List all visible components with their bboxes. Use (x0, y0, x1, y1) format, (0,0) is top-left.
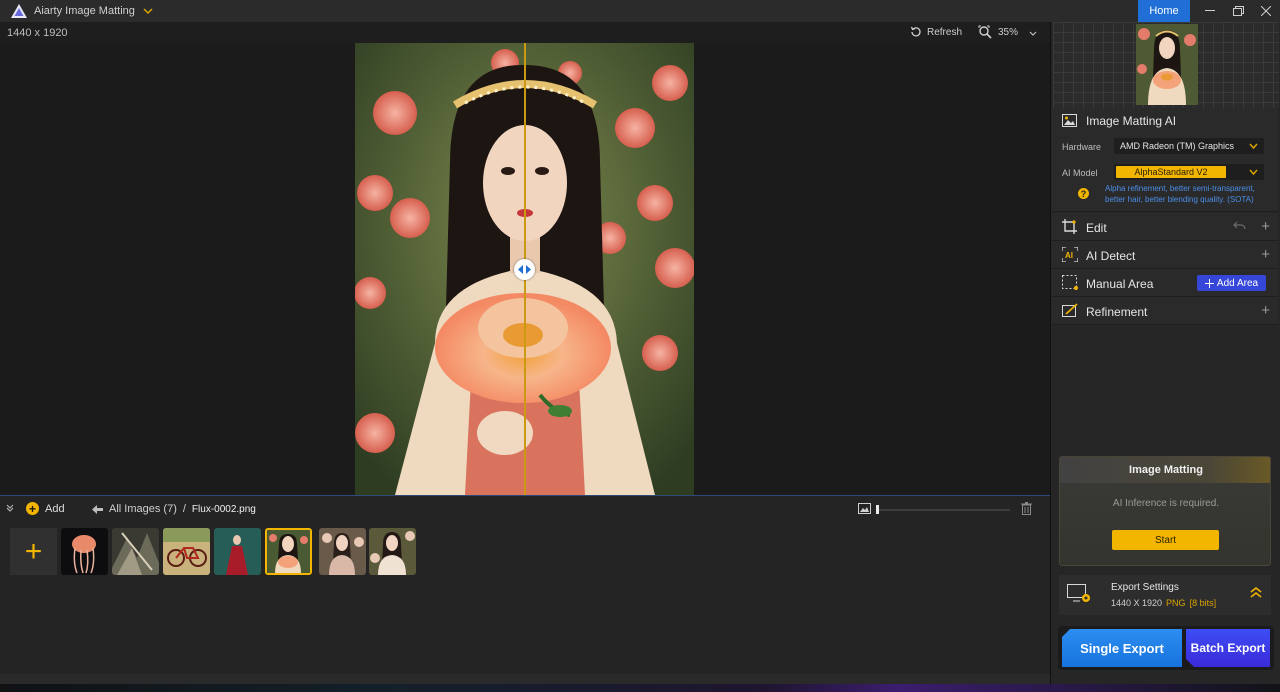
inference-required-message: AI Inference is required. (1112, 498, 1220, 509)
expand-up-icon[interactable] (1250, 586, 1262, 601)
refresh-icon (910, 26, 921, 37)
zoom-control[interactable]: 35% (978, 25, 1018, 39)
image-size-icon (858, 503, 871, 517)
crosshair-icon (1204, 278, 1214, 288)
jellyfish-thumbnail[interactable] (61, 528, 108, 575)
export-settings[interactable]: Export Settings 1440 X 1920 PNG [8 bits] (1059, 575, 1271, 615)
start-button[interactable]: Start (1112, 530, 1219, 550)
app-window: Aiarty Image Matting Home 1440 x 1920 Re… (0, 0, 1280, 692)
minimize-icon[interactable] (1196, 0, 1224, 22)
add-area-button[interactable]: Add Area (1197, 275, 1266, 291)
crop-icon (1062, 219, 1077, 237)
bicycle-thumbnail[interactable] (163, 528, 210, 575)
edit-title: Edit (1086, 221, 1107, 235)
zoom-level: 35% (998, 26, 1019, 38)
hardware-select[interactable]: AMD Radeon (TM) Graphics (1114, 138, 1264, 154)
refresh-button[interactable]: Refresh (910, 26, 962, 38)
close-icon[interactable] (1252, 0, 1280, 22)
expand-plus-icon[interactable]: + (1261, 218, 1270, 235)
strip-bottom-edge (0, 674, 1050, 684)
ai-model-select[interactable]: AlphaStandard V2 (1114, 164, 1264, 180)
manual-area-title: Manual Area (1086, 277, 1154, 291)
chevron-down-icon[interactable] (143, 8, 153, 14)
thumbnail-strip: + (0, 522, 1050, 674)
breadcrumb-separator: / (182, 503, 186, 515)
svg-text:AI: AI (1065, 251, 1073, 260)
export-settings-icon (1067, 584, 1091, 607)
add-images-button[interactable]: + Add (26, 502, 65, 515)
export-size: 1440 X 1920 (1111, 598, 1163, 608)
export-settings-detail: 1440 X 1920 PNG [8 bits] (1111, 598, 1216, 608)
image-matting-ai-section: Image Matting AI Hardware AMD Radeon (TM… (1052, 108, 1278, 212)
girl-flower-thumbnail[interactable] (265, 528, 312, 575)
ai-detect-icon: AI (1061, 246, 1079, 265)
compare-handle-icon[interactable] (514, 259, 535, 280)
collapse-chevron-icon[interactable] (6, 504, 14, 514)
batch-export-button[interactable]: Batch Export (1186, 629, 1270, 667)
image-dimensions: 1440 x 1920 (7, 27, 68, 39)
home-button[interactable]: Home (1138, 0, 1190, 22)
ai-detect-title: AI Detect (1086, 249, 1136, 263)
ai-model-label: AI Model (1062, 168, 1098, 178)
ai-model-description: Alpha refinement, better semi-transparen… (1105, 184, 1255, 204)
chevron-down-icon (1249, 167, 1258, 177)
right-panel: Image Matting AI Hardware AMD Radeon (TM… (1050, 22, 1280, 684)
export-bits: [8 bits] (1189, 598, 1217, 608)
hardware-label: Hardware (1062, 142, 1102, 152)
image-strip-bar: + Add All Images (7) / Flux-0002.png (0, 495, 1050, 522)
expand-plus-icon[interactable]: + (1261, 302, 1270, 319)
restore-icon[interactable] (1224, 0, 1252, 22)
woman-garden-thumbnail[interactable] (319, 528, 366, 575)
ai-detect-section[interactable]: AI AI Detect + (1052, 241, 1278, 269)
woman-red-dress-thumbnail[interactable] (214, 528, 261, 575)
forest-thumbnail[interactable] (112, 528, 159, 575)
title-bar: Aiarty Image Matting Home (0, 0, 1280, 22)
add-thumbnail-button[interactable]: + (10, 528, 57, 575)
image-matting-title: Image Matting (1060, 457, 1270, 483)
help-icon[interactable]: ? (1078, 188, 1089, 199)
zoom-icon (978, 25, 992, 39)
result-preview[interactable] (1053, 22, 1279, 108)
taskbar-edge (0, 684, 1280, 692)
selection-icon (1062, 275, 1078, 293)
breadcrumb: All Images (7) / Flux-0002.png (92, 503, 256, 515)
refinement-icon (1062, 303, 1078, 321)
expand-plus-icon[interactable]: + (1261, 246, 1270, 263)
preview-thumbnail (1136, 24, 1198, 105)
thumbnail-size-slider[interactable] (878, 509, 1010, 511)
ai-model-value: AlphaStandard V2 (1116, 166, 1226, 178)
woman-portrait-thumbnail[interactable] (369, 528, 416, 575)
app-title: Aiarty Image Matting (34, 5, 135, 17)
chevron-down-icon (1249, 141, 1258, 151)
canvas-toolbar: 1440 x 1920 Refresh 35% (0, 22, 1050, 43)
slider-handle[interactable] (876, 505, 879, 514)
app-logo-icon (10, 2, 28, 20)
single-export-button[interactable]: Single Export (1062, 629, 1182, 667)
add-label: Add (45, 502, 65, 515)
manual-area-section[interactable]: Manual Area Add Area (1052, 269, 1278, 297)
back-arrow-icon[interactable] (92, 504, 103, 514)
refinement-title: Refinement (1086, 305, 1148, 319)
trash-icon[interactable] (1021, 502, 1032, 518)
export-buttons: Single Export Batch Export (1058, 626, 1274, 670)
refinement-section[interactable]: Refinement + (1052, 297, 1278, 325)
plus-icon: + (26, 502, 39, 515)
hardware-value: AMD Radeon (TM) Graphics (1120, 141, 1235, 151)
current-file-name: Flux-0002.png (191, 503, 256, 515)
all-images-link[interactable]: All Images (7) (109, 503, 177, 515)
ai-image-icon (1062, 114, 1077, 130)
export-format: PNG (1166, 598, 1186, 608)
image-matting-card: Image Matting AI Inference is required. … (1059, 456, 1271, 566)
edit-section[interactable]: Edit + (1052, 213, 1278, 241)
add-area-label: Add Area (1216, 277, 1259, 289)
image-matting-ai-title: Image Matting AI (1086, 114, 1177, 128)
zoom-dropdown-icon[interactable] (1029, 27, 1037, 39)
undo-icon[interactable] (1233, 221, 1246, 233)
export-settings-title: Export Settings (1111, 582, 1179, 593)
refresh-label: Refresh (927, 26, 963, 38)
